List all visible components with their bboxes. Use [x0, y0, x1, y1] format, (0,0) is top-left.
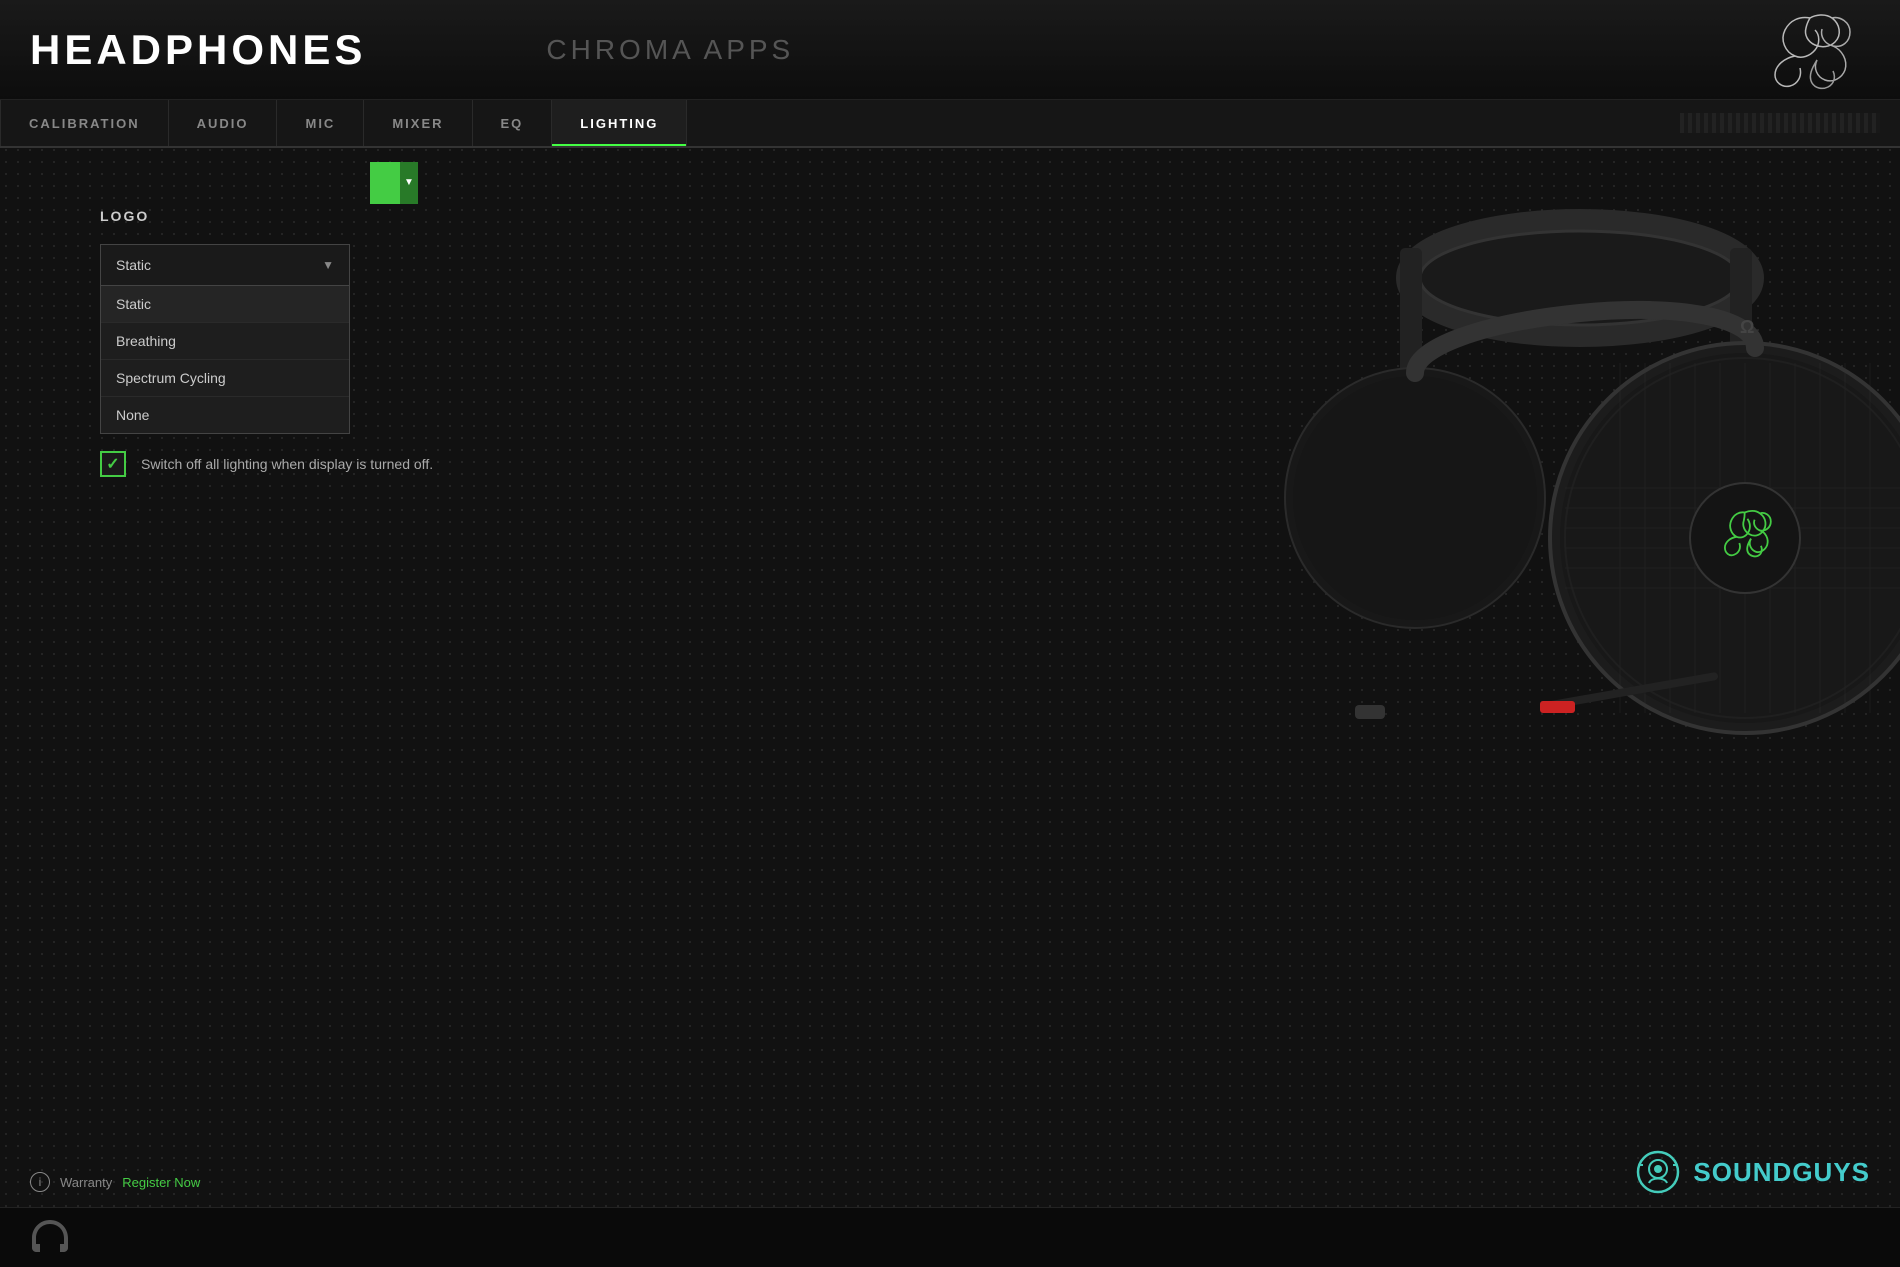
- dropdown-wrapper: Static ▼ Static Breathing Spectrum Cycli…: [100, 244, 350, 286]
- nav-decor: [1680, 113, 1900, 133]
- main-content: LOGO Static ▼ Static Breathing: [0, 148, 1900, 1117]
- lighting-display-off-checkbox[interactable]: ✓: [100, 451, 126, 477]
- logo-section-label: LOGO: [100, 208, 700, 224]
- tab-mic[interactable]: MIC: [277, 100, 364, 146]
- razer-logo: [1760, 10, 1860, 90]
- app-title: HEADPHONES: [30, 26, 366, 74]
- tab-eq[interactable]: EQ: [473, 100, 553, 146]
- dropdown-arrow-icon: ▼: [322, 258, 334, 272]
- checkbox-check-icon: ✓: [106, 454, 119, 474]
- warranty-info-icon: i: [30, 1172, 50, 1192]
- tab-calibration[interactable]: CALIBRATION: [0, 100, 169, 146]
- dropdown-list: Static Breathing Spectrum Cycling None: [100, 286, 350, 434]
- headphone-small-icon: [25, 1216, 75, 1260]
- checkbox-label-text: Switch off all lighting when display is …: [141, 456, 433, 472]
- headphone-image: Ω: [1200, 148, 1900, 848]
- left-panel: LOGO Static ▼ Static Breathing: [100, 188, 700, 1117]
- lighting-checkbox-row: ✓ Switch off all lighting when display i…: [100, 451, 700, 477]
- tab-lighting[interactable]: LIGHTING: [552, 100, 687, 146]
- dropdown-option-none[interactable]: None: [101, 397, 349, 433]
- nav-tabs: CALIBRATION AUDIO MIC MIXER EQ LIGHTING: [0, 100, 1900, 148]
- lighting-mode-container: Static ▼ Static Breathing Spectrum Cycli…: [100, 244, 700, 286]
- warranty-label: Warranty: [60, 1175, 112, 1190]
- soundguys-brand-text: SOUNDGUYS: [1693, 1157, 1870, 1188]
- register-now-link[interactable]: Register Now: [122, 1175, 200, 1190]
- header: HEADPHONES CHROMA APPS: [0, 0, 1900, 100]
- color-picker-button[interactable]: ▼: [370, 162, 418, 204]
- dropdown-selected-value: Static: [116, 257, 151, 273]
- dropdown-option-static[interactable]: Static: [101, 286, 349, 323]
- tab-audio[interactable]: AUDIO: [169, 100, 278, 146]
- right-panel: Ω: [700, 188, 1900, 1117]
- lighting-mode-dropdown[interactable]: Static ▼: [100, 244, 350, 286]
- warranty-section: i Warranty Register Now: [30, 1172, 200, 1192]
- soundguys-mascot-icon: [1633, 1147, 1683, 1197]
- soundguys-logo: SOUNDGUYS: [1633, 1147, 1870, 1197]
- svg-text:Ω: Ω: [1740, 317, 1754, 337]
- dropdown-option-breathing[interactable]: Breathing: [101, 323, 349, 360]
- taskbar: SOUNDGUYS: [0, 1207, 1900, 1267]
- nav-decor-bar: [1680, 113, 1880, 133]
- warranty-bar: i Warranty Register Now: [0, 1157, 1900, 1207]
- dropdown-option-spectrum[interactable]: Spectrum Cycling: [101, 360, 349, 397]
- taskbar-headphone-icon[interactable]: [20, 1213, 80, 1263]
- tab-mixer[interactable]: MIXER: [364, 100, 472, 146]
- chroma-apps-label: CHROMA APPS: [546, 34, 794, 66]
- color-picker-arrow-icon: ▼: [400, 162, 418, 204]
